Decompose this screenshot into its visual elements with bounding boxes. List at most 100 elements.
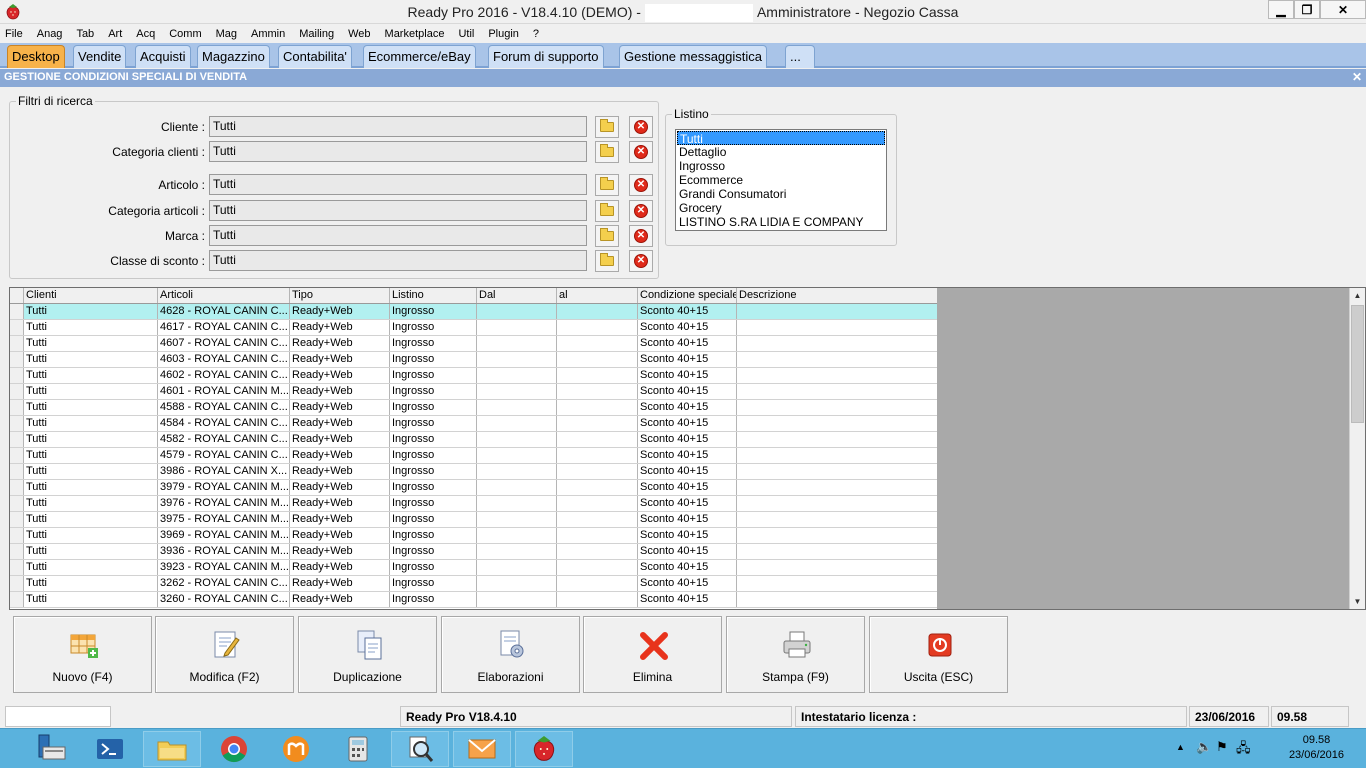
row-indicator[interactable] xyxy=(10,400,24,415)
menu-anag[interactable]: Anag xyxy=(37,28,63,40)
duplicazione-button[interactable]: Duplicazione xyxy=(298,616,437,693)
section-close-icon[interactable]: ✕ xyxy=(1352,70,1362,84)
nuovo-button[interactable]: Nuovo (F4) xyxy=(13,616,152,693)
menu-ammin[interactable]: Ammin xyxy=(251,28,285,40)
column-header-clienti[interactable]: Clienti xyxy=(24,288,158,303)
elaborazioni-button[interactable]: Elaborazioni xyxy=(441,616,580,693)
marca-field[interactable]: Tutti xyxy=(209,225,587,246)
classe-sconto-clear-button[interactable]: ✕ xyxy=(629,250,653,272)
calculator-icon[interactable] xyxy=(329,731,387,767)
categoria-articoli-browse-button[interactable] xyxy=(595,200,619,222)
listino-option[interactable]: Tutti xyxy=(677,131,885,146)
table-row[interactable]: Tutti 4601 - ROYAL CANIN M... Ready+Web Ing… xyxy=(10,384,937,400)
menu-comm[interactable]: Comm xyxy=(169,28,201,40)
cliente-clear-button[interactable]: ✕ xyxy=(629,116,653,138)
tab-gestione-messaggistica[interactable]: Gestione messaggistica xyxy=(619,45,768,68)
modifica-button[interactable]: Modifica (F2) xyxy=(155,616,294,693)
column-header-listino[interactable]: Listino xyxy=(390,288,477,303)
table-row[interactable]: Tutti 4628 - ROYAL CANIN C... Ready+Web Ing… xyxy=(10,304,937,320)
listino-option[interactable]: LISTINO S.RA LIDIA E COMPANY xyxy=(677,215,885,229)
row-indicator[interactable] xyxy=(10,512,24,527)
categoria-clienti-browse-button[interactable] xyxy=(595,141,619,163)
tab-magazzino[interactable]: Magazzino xyxy=(197,45,270,68)
table-row[interactable]: Tutti 3260 - ROYAL CANIN C... Ready+Web Ing… xyxy=(10,592,937,608)
categoria-clienti-field[interactable]: Tutti xyxy=(209,141,587,162)
table-row[interactable]: Tutti 3979 - ROYAL CANIN M... Ready+Web Ing… xyxy=(10,480,937,496)
m-app-icon[interactable] xyxy=(267,731,325,767)
column-header-al[interactable]: al xyxy=(557,288,638,303)
menu-file[interactable]: File xyxy=(5,28,23,40)
row-indicator[interactable] xyxy=(10,592,24,607)
row-indicator[interactable] xyxy=(10,336,24,351)
elimina-button[interactable]: Elimina xyxy=(583,616,722,693)
table-row[interactable]: Tutti 3262 - ROYAL CANIN C... Ready+Web Ing… xyxy=(10,576,937,592)
row-indicator[interactable] xyxy=(10,528,24,543)
search-magnifier-icon[interactable] xyxy=(391,731,449,767)
mail-icon[interactable] xyxy=(453,731,511,767)
table-row[interactable]: Tutti 3976 - ROYAL CANIN M... Ready+Web Ing… xyxy=(10,496,937,512)
marca-browse-button[interactable] xyxy=(595,225,619,247)
listino-option[interactable]: Grandi Consumatori xyxy=(677,187,885,201)
row-indicator[interactable] xyxy=(10,416,24,431)
tab-acquisti[interactable]: Acquisti xyxy=(135,45,191,68)
tab-more[interactable]: ... xyxy=(785,45,815,68)
table-row[interactable]: Tutti 4617 - ROYAL CANIN C... Ready+Web Ing… xyxy=(10,320,937,336)
table-row[interactable]: Tutti 3975 - ROYAL CANIN M... Ready+Web Ing… xyxy=(10,512,937,528)
menu-tab[interactable]: Tab xyxy=(76,28,94,40)
grid-vertical-scrollbar[interactable]: ▲ ▼ xyxy=(1349,288,1365,609)
table-row[interactable]: Tutti 4603 - ROYAL CANIN C... Ready+Web Ing… xyxy=(10,352,937,368)
volume-icon[interactable]: 🔈 xyxy=(1196,739,1212,755)
listino-option[interactable]: Dettaglio xyxy=(677,145,885,159)
chrome-icon[interactable] xyxy=(205,731,263,767)
table-row[interactable]: Tutti 4588 - ROYAL CANIN C... Ready+Web Ing… xyxy=(10,400,937,416)
marca-clear-button[interactable]: ✕ xyxy=(629,225,653,247)
row-indicator[interactable] xyxy=(10,320,24,335)
column-header-dal[interactable]: Dal xyxy=(477,288,557,303)
cliente-field[interactable]: Tutti xyxy=(209,116,587,137)
row-indicator[interactable] xyxy=(10,368,24,383)
column-header-tipo[interactable]: Tipo xyxy=(290,288,390,303)
menu-util[interactable]: Util xyxy=(458,28,474,40)
row-indicator[interactable] xyxy=(10,432,24,447)
menu-art[interactable]: Art xyxy=(108,28,122,40)
menu-mailing[interactable]: Mailing xyxy=(299,28,334,40)
classe-sconto-field[interactable]: Tutti xyxy=(209,250,587,271)
table-row[interactable]: Tutti 3969 - ROYAL CANIN M... Ready+Web Ing… xyxy=(10,528,937,544)
scroll-thumb[interactable] xyxy=(1351,305,1364,423)
file-explorer-icon[interactable] xyxy=(143,731,201,767)
column-header-articoli[interactable]: Articoli xyxy=(158,288,290,303)
row-indicator[interactable] xyxy=(10,352,24,367)
table-row[interactable]: Tutti 3936 - ROYAL CANIN M... Ready+Web Ing… xyxy=(10,544,937,560)
network-icon[interactable]: 🖧 xyxy=(1236,739,1251,761)
tab-forum-supporto[interactable]: Forum di supporto xyxy=(488,45,604,68)
ready-pro-strawberry-icon[interactable] xyxy=(515,731,573,767)
minimize-button[interactable]: ▁ xyxy=(1268,0,1294,19)
row-indicator[interactable] xyxy=(10,448,24,463)
row-indicator[interactable] xyxy=(10,304,24,319)
column-header-condizione[interactable]: Condizione speciale xyxy=(638,288,737,303)
tab-desktop[interactable]: Desktop xyxy=(7,45,65,68)
cliente-browse-button[interactable] xyxy=(595,116,619,138)
tab-ecommerce-ebay[interactable]: Ecommerce/eBay xyxy=(363,45,476,68)
row-indicator[interactable] xyxy=(10,544,24,559)
tab-contabilita[interactable]: Contabilita' xyxy=(278,45,352,68)
menu-web[interactable]: Web xyxy=(348,28,370,40)
tab-vendite[interactable]: Vendite xyxy=(73,45,127,68)
menu-help[interactable]: ? xyxy=(533,28,539,40)
row-indicator[interactable] xyxy=(10,480,24,495)
table-row[interactable]: Tutti 3923 - ROYAL CANIN M... Ready+Web Ing… xyxy=(10,560,937,576)
scroll-down-icon[interactable]: ▼ xyxy=(1350,594,1365,609)
articolo-clear-button[interactable]: ✕ xyxy=(629,174,653,196)
powershell-icon[interactable] xyxy=(81,731,139,767)
classe-sconto-browse-button[interactable] xyxy=(595,250,619,272)
articolo-field[interactable]: Tutti xyxy=(209,174,587,195)
close-button[interactable]: ✕ xyxy=(1320,0,1366,19)
categoria-clienti-clear-button[interactable]: ✕ xyxy=(629,141,653,163)
listino-option[interactable]: Ingrosso xyxy=(677,159,885,173)
table-row[interactable]: Tutti 4582 - ROYAL CANIN C... Ready+Web Ing… xyxy=(10,432,937,448)
table-row[interactable]: Tutti 4602 - ROYAL CANIN C... Ready+Web Ing… xyxy=(10,368,937,384)
listino-option[interactable]: Ecommerce xyxy=(677,173,885,187)
column-header-descrizione[interactable]: Descrizione xyxy=(737,288,937,303)
server-manager-icon[interactable] xyxy=(20,731,78,767)
row-indicator[interactable] xyxy=(10,496,24,511)
